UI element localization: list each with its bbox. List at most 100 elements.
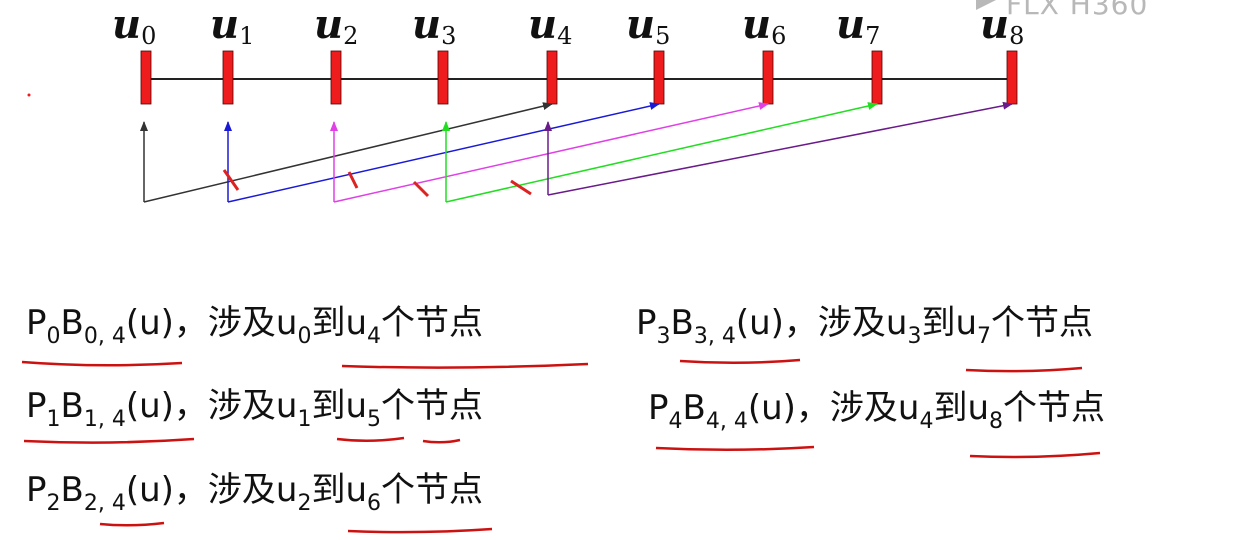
statement-p3: P3B3, 4(u)，涉及u3到u7个节点 [636,303,1094,348]
underline [422,438,461,444]
statement-text: ，涉及 [173,470,276,510]
knot-label: u2 [314,1,358,50]
statement-text: 到 [921,303,956,343]
knot-marker [653,50,665,105]
knot-label: u3 [412,1,456,50]
connection-arrow [547,101,1013,196]
knot-symbol: u [275,386,298,426]
b-symbol: B [670,303,694,343]
b-subscript: 3, 4 [693,324,736,349]
knot-subscript: 7 [977,324,992,349]
statement-text: 个节点 [381,303,484,343]
statement-text: 个节点 [1003,388,1106,428]
knot-marker [762,50,774,105]
underline [347,527,493,534]
b-symbol: B [60,303,84,343]
knot-diagram: u0 u1 u2 u3 u4 u5 u6 u7 u8 [21,1,1101,534]
b-symbol: B [60,470,84,510]
connection-arrow [445,102,878,203]
argument: (u) [125,386,174,426]
knot-marker [437,50,449,105]
knot-symbol: u [955,303,978,343]
knot-symbol: u [345,386,368,426]
knot-label: u8 [980,1,1024,50]
connection-arrow [333,102,769,203]
knot-marker [871,50,883,105]
knot-subscript: 8 [989,409,1004,434]
statement-text: 到 [311,303,346,343]
knot-symbol: u [897,388,920,428]
b-subscript: 2, 4 [83,491,126,516]
underline [679,358,801,365]
connection-layer [140,101,1013,203]
underline [655,445,815,452]
b-symbol: B [60,386,84,426]
knot-label: u0 [112,1,156,50]
underline [99,521,165,527]
argument: (u) [735,303,784,343]
b-subscript: 4, 4 [705,409,748,434]
knot-marker [1006,50,1018,105]
knot-marker [546,50,558,105]
knot-symbol: u [345,303,368,343]
knot-symbol: u [275,470,298,510]
underline [336,436,405,443]
p-symbol: P [26,303,47,343]
connection-arrow [227,102,660,203]
knot-subscript: 0 [297,324,312,349]
underline [965,366,1083,373]
knot-label: u6 [742,1,786,50]
p-subscript: 1 [46,407,61,432]
knot-symbol: u [967,388,990,428]
statement-text: 到 [311,470,346,510]
knot-subscript: 3 [907,324,922,349]
underline [969,451,1101,459]
statement-text: ，涉及 [173,386,276,426]
statement-text: ，涉及 [783,303,886,343]
statement-p4: P4B4, 4(u)，涉及u4到u8个节点 [648,388,1106,433]
knot-subscript: 4 [367,324,382,349]
statement-text: ，涉及 [173,303,276,343]
knot-symbol: u [885,303,908,343]
knot-symbol: u [345,470,368,510]
p-symbol: P [26,386,47,426]
underline [21,360,183,367]
p-subscript: 2 [46,491,61,516]
knot-subscript: 2 [297,491,312,516]
knot-symbol: u [275,303,298,343]
argument: (u) [125,470,174,510]
statement-text: 个节点 [381,386,484,426]
knot-layer: u0 u1 u2 u3 u4 u5 u6 u7 u8 [112,1,1024,105]
argument: (u) [747,388,796,428]
knot-label: u1 [210,1,254,50]
underline [341,362,589,369]
statement-p0: P0B0, 4(u)，涉及u0到u4个节点 [26,303,484,348]
red-tick [412,180,430,198]
b-subscript: 0, 4 [83,324,126,349]
p-symbol: P [26,470,47,510]
knot-subscript: 1 [297,407,312,432]
connection-arrow [143,102,553,203]
knot-subscript: 5 [367,407,382,432]
p-symbol: P [648,388,669,428]
knot-marker [330,50,342,105]
knot-label: u5 [626,1,670,50]
p-symbol: P [636,303,657,343]
statement-text: 到 [311,386,346,426]
knot-label: u7 [836,1,880,50]
statement-text: 个节点 [991,303,1094,343]
statement-text: 个节点 [381,470,484,510]
knot-subscript: 6 [367,491,382,516]
knot-marker [140,50,152,105]
statement-p1: P1B1, 4(u)，涉及u1到u5个节点 [26,386,484,431]
knot-marker [222,50,234,105]
p-subscript: 0 [46,324,61,349]
underline [23,437,195,444]
p-subscript: 3 [656,324,671,349]
b-subscript: 1, 4 [83,407,126,432]
stray-dot [27,93,31,97]
knot-subscript: 4 [919,409,934,434]
statement-text: ，涉及 [795,388,898,428]
statement-text: 到 [933,388,968,428]
argument: (u) [125,303,174,343]
